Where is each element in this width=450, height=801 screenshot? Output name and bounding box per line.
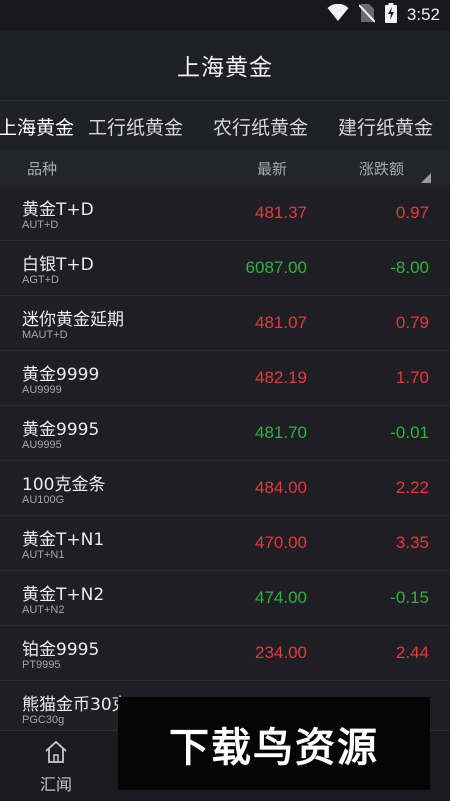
battery-charging-icon [384, 3, 397, 27]
table-row[interactable]: 黄金9995 AU9995 481.70 -0.01 [0, 406, 450, 461]
status-icons: 3:52 [327, 3, 440, 27]
row-price: 470.00 [255, 533, 307, 552]
row-code: AU9995 [22, 439, 62, 451]
table-row[interactable]: 黄金T+D AUT+D 481.37 0.97 [0, 186, 450, 241]
table-row[interactable]: 迷你黄金延期 MAUT+D 481.07 0.79 [0, 296, 450, 351]
row-price: 484.00 [255, 478, 307, 497]
table-row[interactable]: 黄金T+N2 AUT+N2 474.00 -0.15 [0, 571, 450, 626]
table-row[interactable]: 黄金9999 AU9999 482.19 1.70 [0, 351, 450, 406]
row-price: 481.37 [255, 203, 307, 222]
table-row[interactable]: 白银T+D AGT+D 6087.00 -8.00 [0, 241, 450, 296]
wifi-icon [327, 3, 349, 26]
row-name: 迷你黄金延期 [22, 310, 124, 330]
row-change: 0.79 [395, 313, 429, 332]
table-row[interactable]: 铂金9995 PT9995 234.00 2.44 [0, 626, 450, 681]
row-name: 黄金T+N1 [22, 530, 105, 550]
row-name: 黄金9999 [22, 365, 100, 385]
row-change: 2.22 [395, 478, 429, 497]
row-price: 474.00 [255, 588, 307, 607]
row-code: AU9999 [22, 384, 62, 396]
row-price: 482.19 [255, 368, 307, 387]
row-change: 3.35 [395, 533, 429, 552]
row-price: 6087.00 [245, 258, 307, 277]
row-price: 481.70 [255, 423, 307, 442]
row-code: AUT+N2 [22, 604, 65, 616]
tab-shanghai-gold[interactable]: 上海黄金 [0, 113, 74, 140]
nav-item-news[interactable]: 汇闻 [22, 739, 90, 795]
page-title: 上海黄金 [177, 55, 273, 81]
title-bar: 上海黄金 [0, 30, 450, 100]
row-code: AGT+D [22, 274, 59, 286]
tab-icbc-paper-gold[interactable]: 工行纸黄金 [88, 113, 183, 140]
quote-list: 黄金T+D AUT+D 481.37 0.97 白银T+D AGT+D 6087… [0, 186, 450, 736]
no-sim-icon [358, 3, 376, 27]
row-price: 234.00 [255, 643, 307, 662]
row-change: -0.01 [390, 423, 429, 442]
table-row[interactable]: 100克金条 AU100G 484.00 2.22 [0, 461, 450, 516]
home-icon [43, 740, 69, 769]
row-name: 黄金9995 [22, 420, 100, 440]
watermark-text: 下载鸟资源 [169, 724, 379, 771]
watermark-overlay: 下载鸟资源 [118, 697, 430, 790]
row-code: AU100G [22, 494, 65, 506]
row-name: 白银T+D [22, 255, 94, 275]
row-name: 100克金条 [22, 475, 106, 495]
column-header: 品种 最新 涨跌额 [0, 150, 450, 186]
row-price: 481.07 [255, 313, 307, 332]
row-change: -8.00 [390, 258, 429, 277]
column-name-header: 品种 [27, 160, 58, 178]
row-name: 熊猫金币30克 [22, 695, 129, 715]
row-name: 黄金T+D [22, 200, 94, 220]
row-change: 1.70 [395, 368, 429, 387]
row-name: 铂金9995 [22, 640, 100, 660]
row-name: 黄金T+N2 [22, 585, 105, 605]
nav-label-news: 汇闻 [39, 775, 72, 794]
status-time: 3:52 [406, 5, 440, 24]
row-change: 0.97 [395, 203, 429, 222]
table-row[interactable]: 黄金T+N1 AUT+N1 470.00 3.35 [0, 516, 450, 571]
row-change: 2.44 [395, 643, 429, 662]
tab-abc-paper-gold[interactable]: 农行纸黄金 [213, 113, 308, 140]
row-code: AUT+N1 [22, 549, 65, 561]
status-bar: 3:52 [0, 0, 450, 30]
row-code: PGC30g [22, 714, 65, 726]
sort-icon[interactable] [421, 173, 431, 183]
market-tabs: 上海黄金 工行纸黄金 农行纸黄金 建行纸黄金 [0, 100, 450, 152]
row-code: AUT+D [22, 219, 59, 231]
row-change: -0.15 [390, 588, 429, 607]
column-latest-header[interactable]: 最新 [257, 158, 287, 179]
row-code: MAUT+D [22, 329, 68, 341]
row-code: PT9995 [22, 659, 61, 671]
tab-ccb-paper-gold[interactable]: 建行纸黄金 [338, 113, 433, 140]
column-change-header[interactable]: 涨跌额 [359, 158, 404, 179]
